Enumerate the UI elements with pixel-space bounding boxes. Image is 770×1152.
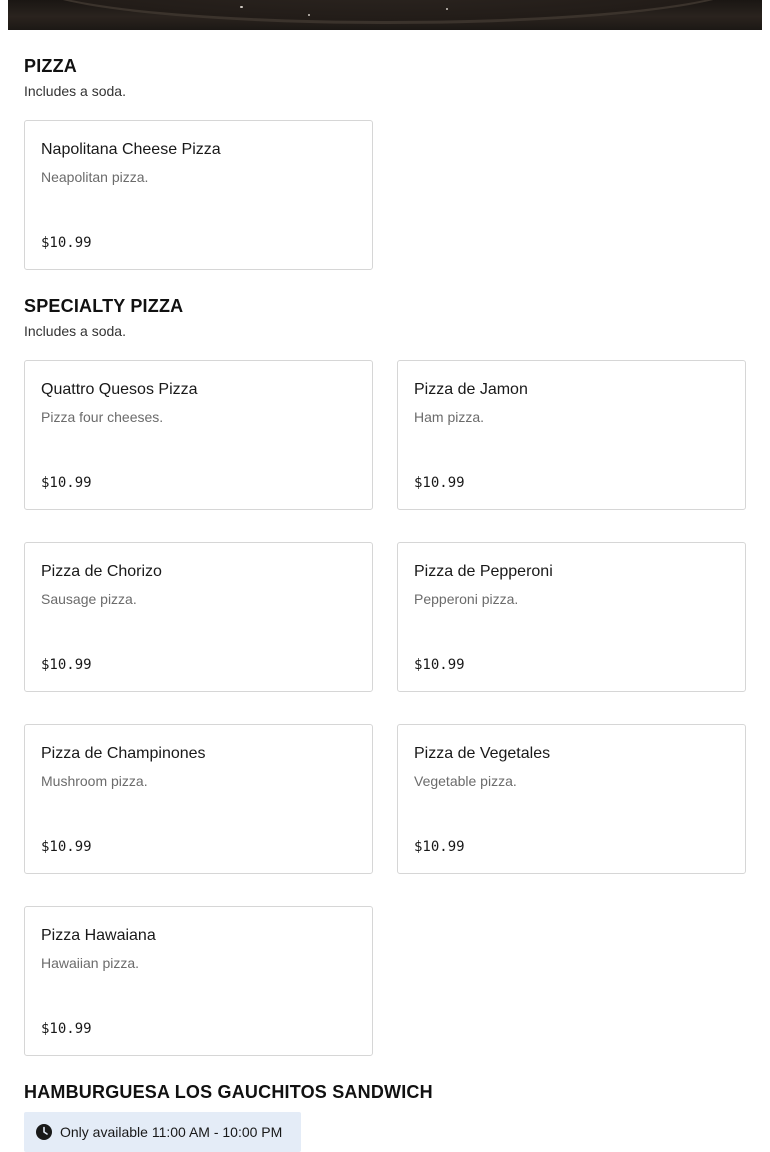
hero-image — [8, 0, 762, 30]
clock-icon — [36, 1124, 52, 1140]
item-price: $10.99 — [41, 657, 92, 673]
menu-item-card[interactable]: Pizza de Pepperoni Pepperoni pizza. $10.… — [397, 542, 746, 692]
section-subtitle: Includes a soda. — [24, 83, 126, 99]
section-pizza: PIZZA Includes a soda. — [24, 55, 746, 100]
menu-item-card[interactable]: Napolitana Cheese Pizza Neapolitan pizza… — [24, 120, 373, 270]
section-title: HAMBURGUESA LOS GAUCHITOS SANDWICH — [24, 1082, 433, 1102]
item-name: Pizza de Jamon — [414, 381, 528, 398]
item-name: Pizza de Champinones — [41, 745, 206, 762]
section-hamburguesa: HAMBURGUESA LOS GAUCHITOS SANDWICH — [24, 1081, 746, 1103]
item-description: Ham pizza. — [414, 409, 485, 425]
menu-item-card[interactable]: Pizza de Chorizo Sausage pizza. $10.99 — [24, 542, 373, 692]
menu-item-card[interactable]: Pizza de Champinones Mushroom pizza. $10… — [24, 724, 373, 874]
item-name: Pizza de Vegetales — [414, 745, 551, 762]
section-specialty-pizza: SPECIALTY PIZZA Includes a soda. — [24, 295, 746, 340]
menu-item-card[interactable]: Pizza de Vegetales Vegetable pizza. $10.… — [397, 724, 746, 874]
item-price: $10.99 — [414, 657, 465, 673]
menu-item-card[interactable]: Quattro Quesos Pizza Pizza four cheeses.… — [24, 360, 373, 510]
availability-text: Only available 11:00 AM - 10:00 PM — [60, 1124, 283, 1140]
hero-detail — [446, 8, 448, 10]
menu-item-card[interactable]: Pizza Hawaiana Hawaiian pizza. $10.99 — [24, 906, 373, 1056]
item-name: Pizza Hawaiana — [41, 927, 156, 944]
item-description: Vegetable pizza. — [414, 773, 517, 789]
item-description: Neapolitan pizza. — [41, 169, 149, 185]
item-description: Mushroom pizza. — [41, 773, 148, 789]
item-price: $10.99 — [41, 839, 92, 855]
item-description: Hawaiian pizza. — [41, 955, 140, 971]
menu-item-card[interactable]: Pizza de Jamon Ham pizza. $10.99 — [397, 360, 746, 510]
plate-graphic — [28, 0, 748, 24]
item-price: $10.99 — [414, 475, 465, 491]
item-description: Pepperoni pizza. — [414, 591, 519, 607]
item-name: Pizza de Chorizo — [41, 563, 162, 580]
section-title: SPECIALTY PIZZA — [24, 296, 184, 316]
item-name: Quattro Quesos Pizza — [41, 381, 198, 398]
item-price: $10.99 — [41, 1021, 92, 1037]
hero-detail — [308, 14, 310, 16]
item-price: $10.99 — [41, 475, 92, 491]
item-name: Pizza de Pepperoni — [414, 563, 553, 580]
item-name: Napolitana Cheese Pizza — [41, 141, 221, 158]
item-description: Pizza four cheeses. — [41, 409, 164, 425]
section-title: PIZZA — [24, 56, 77, 76]
hero-detail — [240, 6, 243, 8]
availability-banner: Only available 11:00 AM - 10:00 PM — [24, 1112, 301, 1152]
item-price: $10.99 — [414, 839, 465, 855]
section-subtitle: Includes a soda. — [24, 323, 126, 339]
item-description: Sausage pizza. — [41, 591, 137, 607]
item-price: $10.99 — [41, 235, 92, 251]
